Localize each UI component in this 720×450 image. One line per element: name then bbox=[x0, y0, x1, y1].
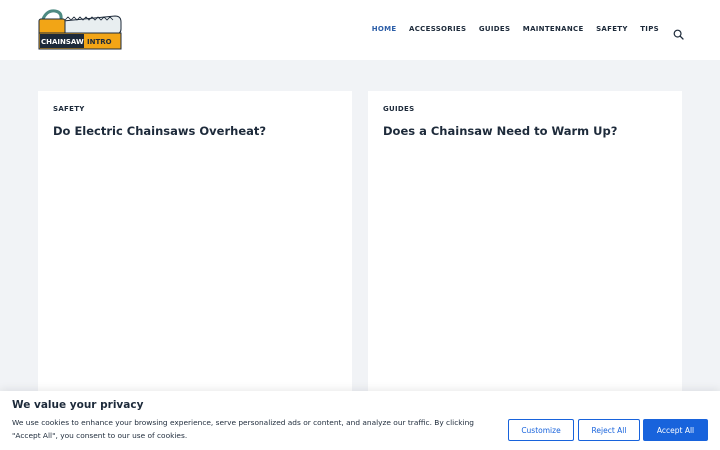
customize-button[interactable]: Customize bbox=[508, 419, 574, 441]
nav-maintenance[interactable]: MAINTENANCE bbox=[523, 23, 584, 35]
post-category[interactable]: GUIDES bbox=[383, 105, 414, 113]
cookie-description: We use cookies to enhance your browsing … bbox=[12, 418, 475, 440]
nav-guides[interactable]: GUIDES bbox=[479, 23, 510, 35]
site-header: CHAINSAW INTRO HOME ACCESSORIES GUIDES M… bbox=[0, 0, 720, 60]
nav-accessories[interactable]: ACCESSORIES bbox=[409, 23, 466, 35]
site-logo[interactable]: CHAINSAW INTRO bbox=[37, 9, 123, 51]
main-nav: HOME ACCESSORIES GUIDES MAINTENANCE SAFE… bbox=[359, 23, 659, 35]
nav-home[interactable]: HOME bbox=[372, 23, 397, 35]
logo-text-chainsaw: CHAINSAW bbox=[41, 38, 84, 46]
nav-safety[interactable]: SAFETY bbox=[596, 23, 628, 35]
nav-tips[interactable]: TIPS bbox=[640, 23, 659, 35]
cookie-consent-banner: We value your privacy We use cookies to … bbox=[0, 391, 720, 450]
post-category[interactable]: SAFETY bbox=[53, 105, 85, 113]
reject-all-button[interactable]: Reject All bbox=[578, 419, 640, 441]
cookie-title: We value your privacy bbox=[12, 399, 144, 411]
logo-text-intro: INTRO bbox=[87, 38, 112, 46]
post-title[interactable]: Do Electric Chainsaws Overheat? bbox=[53, 124, 266, 138]
post-card[interactable]: SAFETY Do Electric Chainsaws Overheat? bbox=[38, 91, 352, 411]
post-card[interactable]: GUIDES Does a Chainsaw Need to Warm Up? bbox=[368, 91, 682, 411]
chainsaw-logo-icon: CHAINSAW INTRO bbox=[38, 9, 122, 50]
accept-all-button[interactable]: Accept All bbox=[643, 419, 708, 441]
search-icon[interactable] bbox=[673, 25, 684, 40]
post-title[interactable]: Does a Chainsaw Need to Warm Up? bbox=[383, 124, 617, 138]
